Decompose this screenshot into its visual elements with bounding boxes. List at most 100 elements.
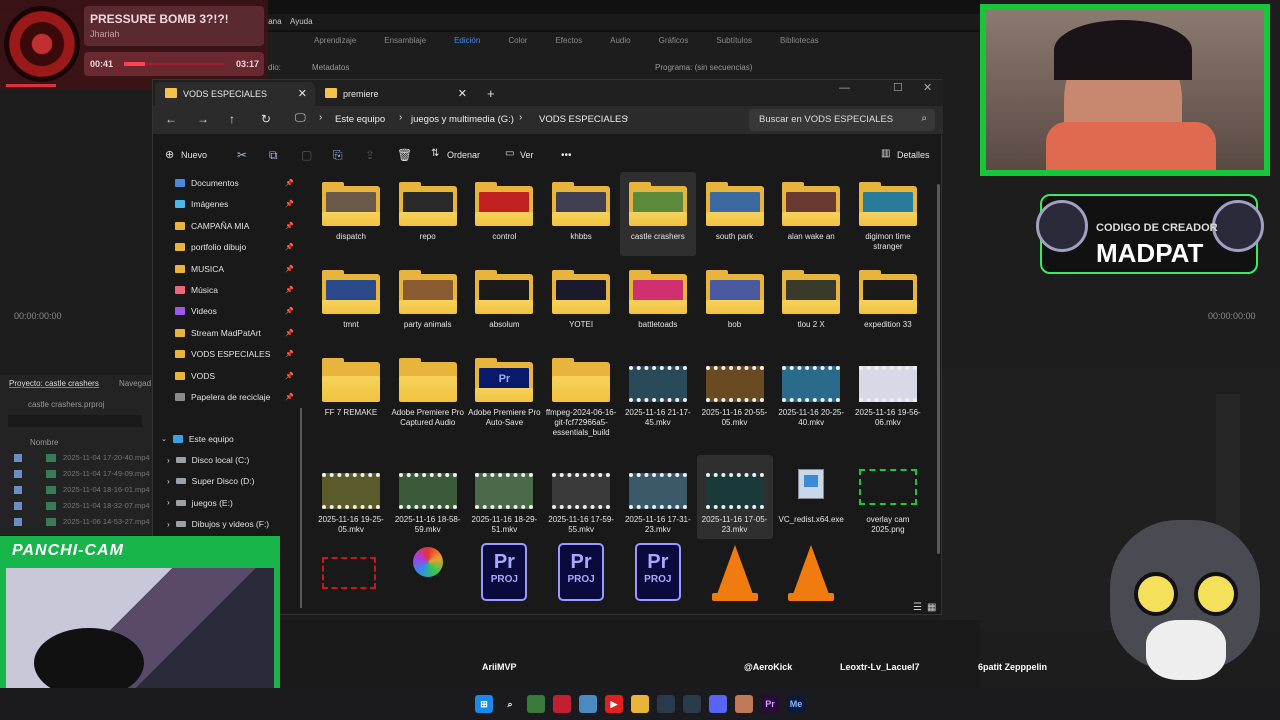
chevron-right-icon[interactable]: › (519, 112, 522, 123)
sidebar-this-pc[interactable]: ⌄ Este equipo (161, 434, 234, 444)
pin-icon[interactable]: 📌 (285, 350, 294, 358)
video-file[interactable]: 2025-11-16 18-29-51.mkv (466, 455, 542, 539)
workspace-tab[interactable]: Color (494, 32, 541, 54)
file-item[interactable]: Pr PROJ (543, 533, 619, 617)
new-tab-button[interactable]: + (487, 86, 495, 101)
video-file[interactable]: 2025-11-16 18-58-59.mkv (390, 455, 466, 539)
pin-icon[interactable]: 📌 (285, 265, 294, 273)
video-file[interactable]: 2025-11-16 20-25-40.mkv (773, 348, 849, 448)
chevron-right-icon[interactable]: › (625, 112, 628, 123)
folder-item[interactable]: castle crashers (619, 172, 696, 256)
sidebar-drive[interactable]: › juegos (E:) (167, 498, 233, 508)
pin-icon[interactable]: 📌 (285, 243, 294, 251)
details-button[interactable]: Detalles (897, 150, 930, 160)
minimize-icon[interactable]: — (839, 82, 850, 94)
workspace-tab[interactable]: Efectos (541, 32, 596, 54)
steam-icon[interactable] (657, 695, 675, 713)
video-file[interactable]: 2025-11-16 17-31-23.mkv (620, 455, 696, 539)
project-item[interactable]: 2025-11-04 18-16-01.mp4 (8, 483, 152, 499)
sidebar-item[interactable]: Videos (175, 306, 217, 316)
folder-icon[interactable] (631, 695, 649, 713)
rename-icon[interactable]: ⎘ (333, 148, 343, 163)
tab-premiere[interactable]: premiere ✕ (315, 82, 475, 106)
folder-item[interactable]: tmnt (313, 260, 389, 344)
sort-button[interactable]: Ordenar (447, 150, 480, 160)
project-item[interactable]: 2025-11-04 18-32-07.mp4 (8, 499, 152, 515)
workspace-tab-active[interactable]: Edición (440, 32, 494, 54)
search-icon[interactable]: ⌕ (501, 695, 519, 713)
file-item[interactable]: Pr PROJ (466, 533, 542, 617)
close-window-icon[interactable]: ✕ (923, 81, 932, 94)
media-encoder-icon[interactable]: Me (787, 695, 805, 713)
workspace-tab[interactable]: Gráficos (645, 32, 703, 54)
folder-item[interactable]: khbbs (543, 172, 619, 256)
video-file[interactable]: 2025-11-16 19-56-06.mkv (850, 348, 926, 448)
video-file[interactable]: 2025-11-16 17-05-23.mkv (696, 455, 773, 539)
folder-item[interactable]: repo (390, 172, 466, 256)
sidebar-item[interactable]: Papelera de reciclaje (175, 392, 270, 402)
search-input[interactable]: Buscar en VODS ESPECIALES ⌕ (749, 109, 935, 131)
pin-icon[interactable]: 📌 (285, 372, 294, 380)
maximize-icon[interactable]: ☐ (893, 81, 903, 94)
back-icon[interactable]: ← (165, 112, 177, 126)
sidebar-item[interactable]: VODS ESPECIALES (175, 349, 270, 359)
sidebar-item[interactable]: Stream MadPatArt (175, 328, 261, 338)
close-tab-icon[interactable]: ✕ (458, 87, 467, 100)
sidebar-item[interactable]: Imágenes (175, 199, 228, 209)
chevron-right-icon[interactable]: › (319, 112, 322, 123)
pin-icon[interactable]: 📌 (285, 179, 294, 187)
new-button[interactable]: Nuevo (181, 150, 207, 160)
sidebar-drive[interactable]: › Super Disco (D:) (167, 476, 255, 486)
copy-icon[interactable]: ⧉ (269, 148, 278, 163)
sidebar-drive[interactable]: › Dibujos y videos (F:) (167, 519, 269, 529)
delete-icon[interactable]: 🗑 (397, 148, 412, 162)
folder-item[interactable]: absolum (466, 260, 542, 344)
workspace-tab[interactable]: Aprendizaje (300, 32, 370, 54)
game-icon[interactable] (527, 695, 545, 713)
navigator-tab[interactable]: Navegad (119, 379, 151, 388)
video-file[interactable]: 2025-11-16 21-17-45.mkv (620, 348, 696, 448)
folder-item[interactable]: digimon time stranger (850, 172, 926, 256)
folder-item[interactable]: bob (697, 260, 773, 344)
video-file[interactable]: 2025-11-16 17-59-55.mkv (543, 455, 619, 539)
close-tab-icon[interactable]: ✕ (298, 87, 307, 100)
forward-icon[interactable]: → (197, 112, 209, 126)
menu-help[interactable]: Ayuda (290, 17, 313, 26)
folder-item[interactable]: YOTEI (543, 260, 619, 344)
scrollbar[interactable] (937, 184, 940, 554)
breadcrumb-este-equipo[interactable]: Este equipo (335, 114, 385, 125)
folder-item[interactable]: south park (697, 172, 773, 256)
file-item[interactable] (773, 533, 849, 617)
refresh-icon[interactable]: ↻ (261, 112, 271, 126)
folder-item[interactable]: FF 7 REMAKE (313, 348, 389, 448)
menu-partial[interactable]: tana (266, 17, 282, 26)
workspace-tab[interactable]: Audio (596, 32, 644, 54)
folder-item[interactable]: dispatch (313, 172, 389, 256)
folder-item[interactable]: battletoads (620, 260, 696, 344)
chevron-down-icon[interactable]: ⌄ (161, 435, 167, 443)
project-panel-title[interactable]: Proyecto: castle crashers (9, 379, 99, 388)
source-tab[interactable]: dio: (268, 63, 281, 72)
file-item[interactable] (313, 533, 389, 617)
project-item[interactable]: 2025-11-04 17-49-09.mp4 (8, 467, 152, 483)
breadcrumb-folder[interactable]: VODS ESPECIALES (539, 114, 628, 125)
program-tab[interactable]: Programa: (sin secuencias) (655, 63, 752, 72)
workspace-tab[interactable]: Subtítulos (702, 32, 766, 54)
column-name[interactable]: Nombre (30, 438, 58, 447)
pin-icon[interactable]: 📌 (285, 286, 294, 294)
pin-icon[interactable]: 📌 (285, 200, 294, 208)
file-item[interactable]: VC_redist.x64.exe (773, 455, 849, 539)
more-options-button[interactable]: ••• (561, 150, 572, 161)
folder-item[interactable]: Adobe Premiere Pro Captured Audio (390, 348, 466, 448)
share-icon[interactable]: ⇪ (365, 148, 375, 162)
cut-icon[interactable]: ✂ (237, 148, 247, 162)
sidebar-item[interactable]: portfolio dibujo (175, 242, 246, 252)
folder-item[interactable]: ffmpeg-2024-06-16-git-fcf72966a5-essenti… (543, 348, 619, 448)
chevron-right-icon[interactable]: › (399, 112, 402, 123)
file-item[interactable]: Pr PROJ (620, 533, 696, 617)
chevron-right-icon[interactable]: › (167, 498, 170, 507)
avatar-icon[interactable] (735, 695, 753, 713)
chevron-right-icon[interactable]: › (167, 477, 170, 486)
sidebar-item[interactable]: MUSICA (175, 264, 224, 274)
premiere-icon[interactable]: Pr (761, 695, 779, 713)
